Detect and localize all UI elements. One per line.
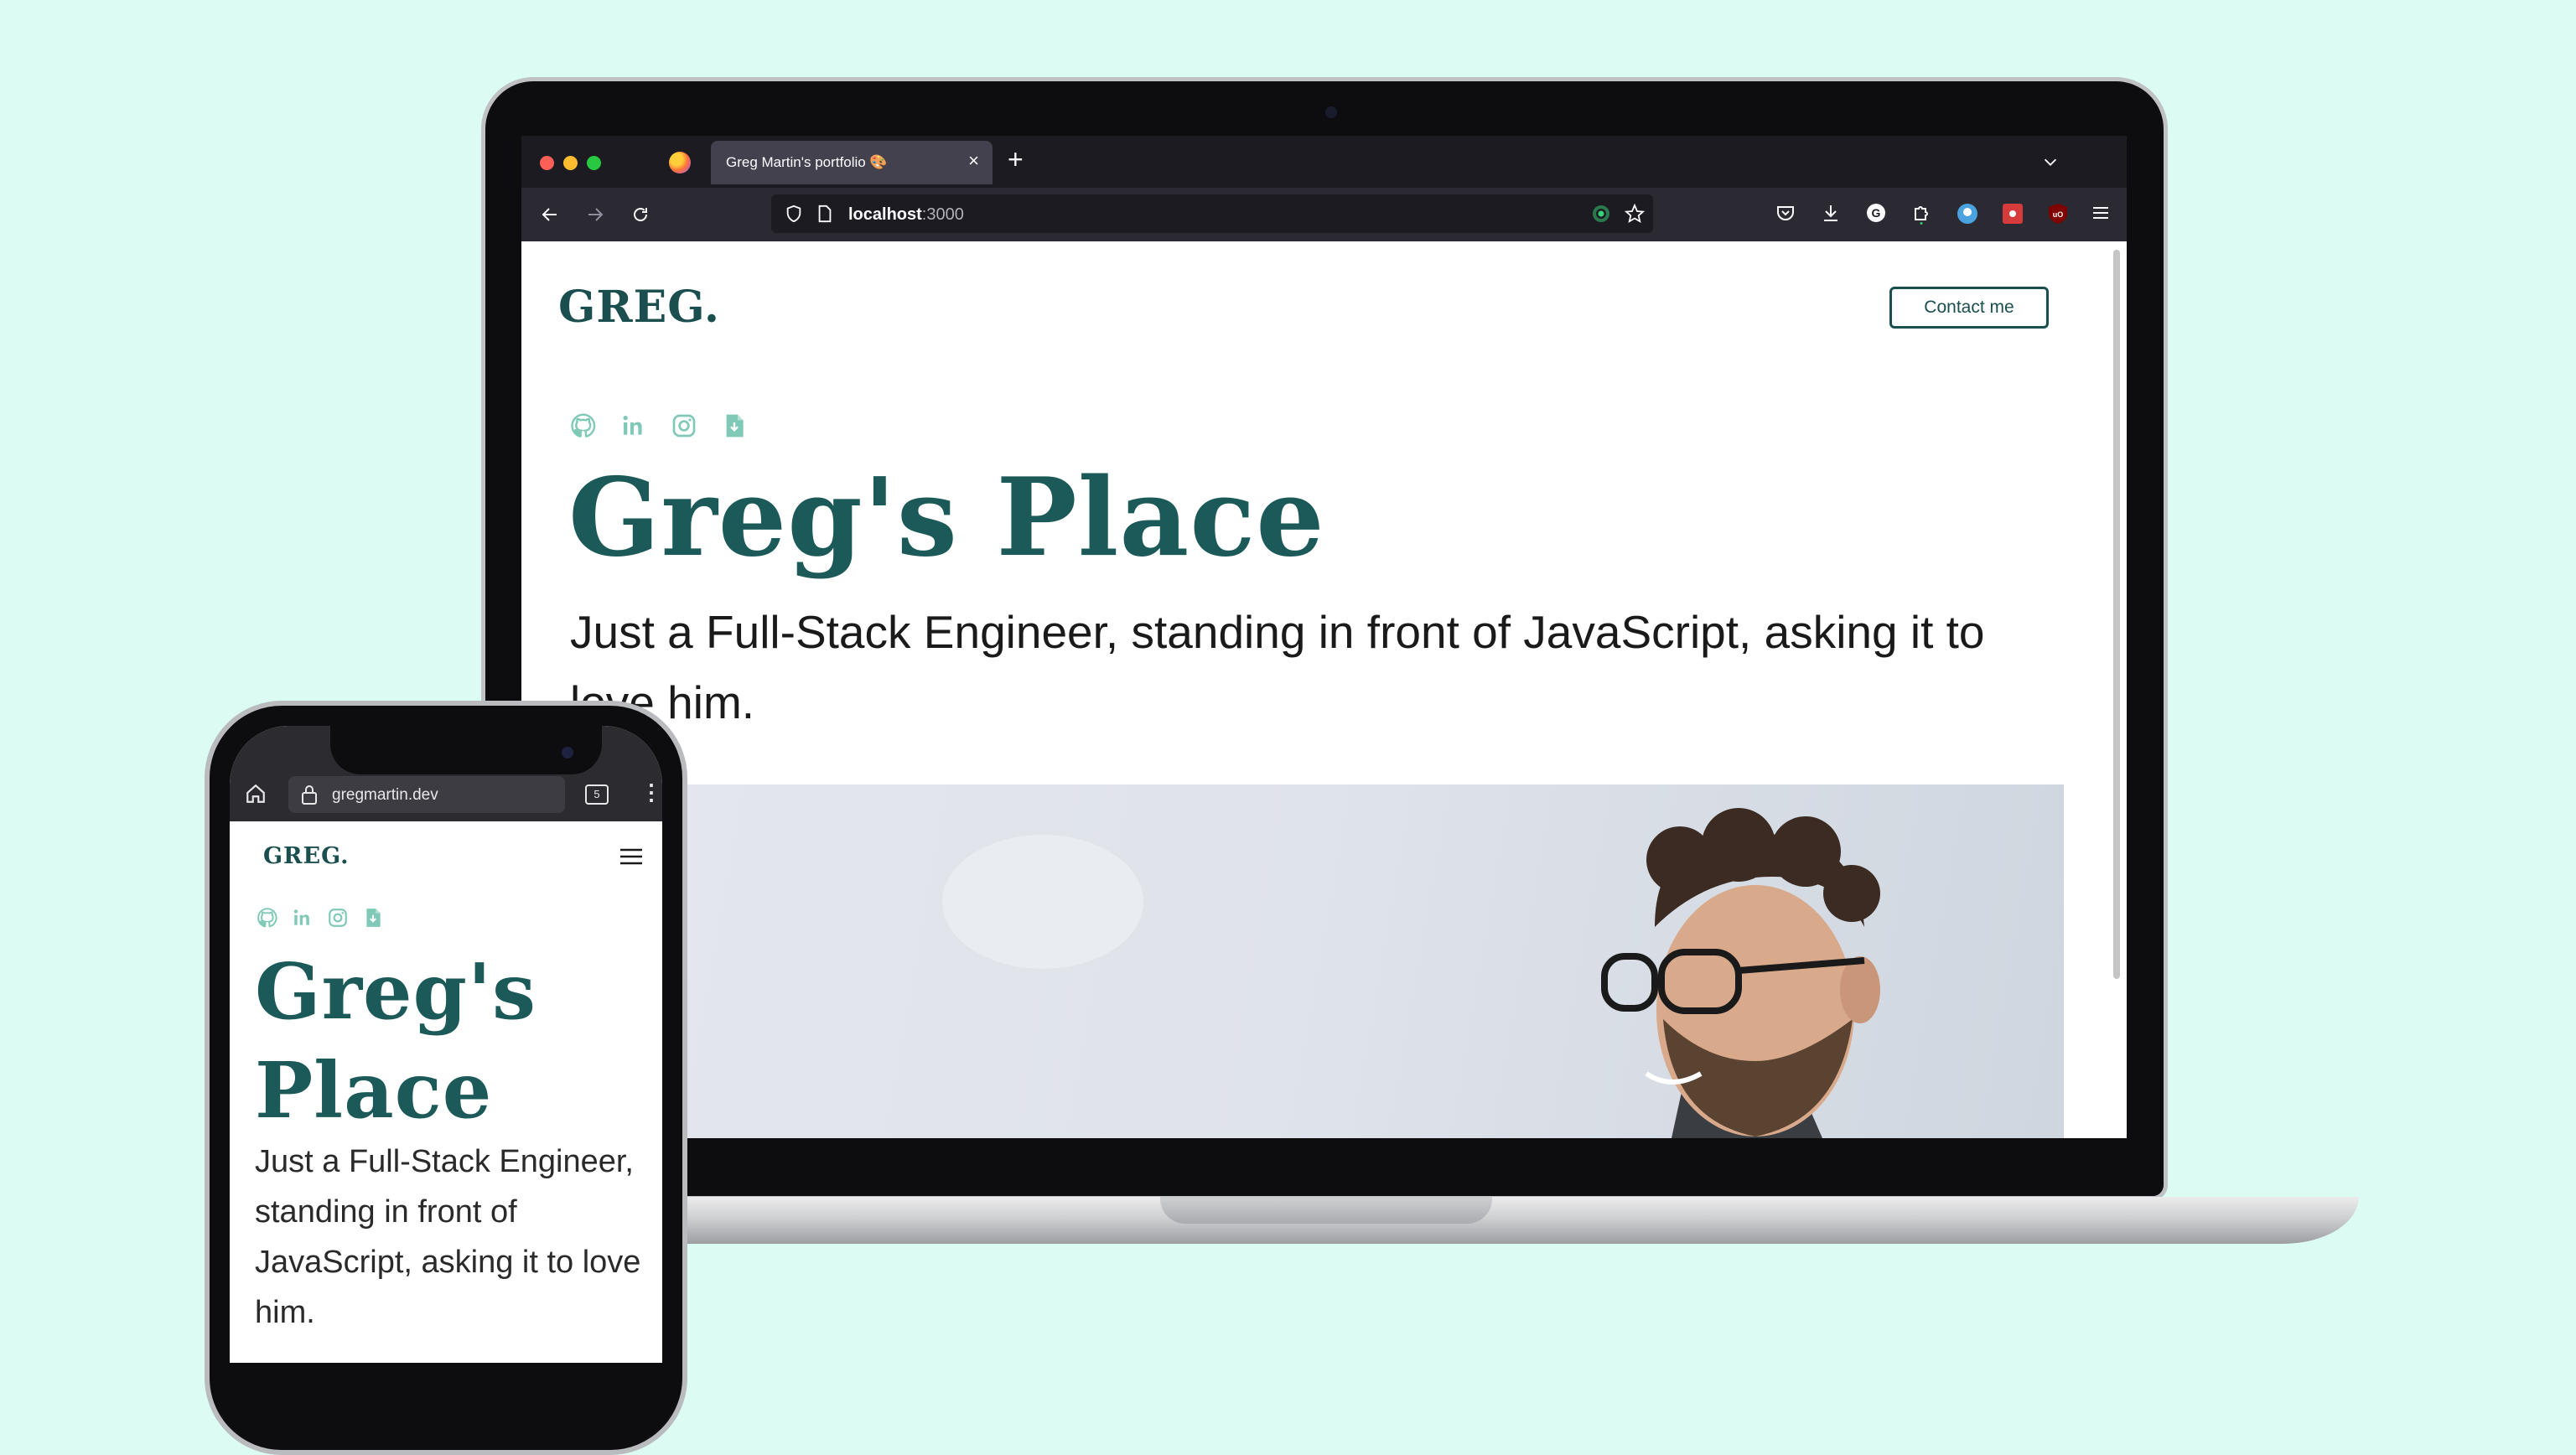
mobile-social-links [257,907,384,929]
tab-portfolio[interactable]: Greg Martin's portfolio 🎨 × [711,141,993,184]
tab-title: Greg Martin's portfolio 🎨 [726,154,888,170]
svg-text:uO: uO [2053,210,2064,219]
contact-button[interactable]: Contact me [1889,287,2049,329]
hero-photo [682,784,2064,1138]
list-all-tabs-icon[interactable] [2041,153,2060,171]
hamburger-menu-icon[interactable] [619,847,644,867]
more-options-icon[interactable]: ⋮ [640,779,662,805]
mobile-url-field[interactable]: gregmartin.dev [288,776,565,813]
site-logo[interactable]: GREG. [558,282,720,333]
pocket-icon[interactable] [1775,203,1796,223]
new-tab-button[interactable]: + [1008,144,1024,175]
grammarly-icon[interactable]: G [1866,203,1886,223]
social-links [570,412,748,439]
url-bar[interactable]: localhost:3000 [771,194,1653,233]
phone-screen: gregmartin.dev 5 ⋮ GREG. Greg's Place Jus… [230,726,662,1363]
github-icon[interactable] [257,907,278,929]
close-window-button[interactable] [540,156,554,170]
scene: { "colors": { "background": "#dcfcf3", "… [0,0,2576,1455]
tab-strip: Greg Martin's portfolio 🎨 × + [521,136,2127,188]
mobile-hero-title: Greg's Place [255,942,536,1140]
firefox-icon[interactable] [669,152,691,173]
hero-title: Greg's Place [568,455,1325,581]
mobile-hero-subtitle: Just a Full-Stack Engineer, standing in … [255,1144,641,1330]
menu-icon[interactable] [2091,203,2111,223]
github-icon[interactable] [570,412,597,439]
resume-icon[interactable] [362,907,384,929]
back-icon[interactable] [540,205,560,225]
portrait-illustration [942,808,1880,1138]
url-port: :3000 [921,205,964,224]
download-icon[interactable] [1821,203,1841,223]
laptop-screen: Greg Martin's portfolio 🎨 × + localhost:… [521,136,2127,1138]
phone-camera [562,747,573,759]
account-icon[interactable] [1957,203,1978,225]
resume-icon[interactable] [721,412,748,439]
instagram-icon[interactable] [327,907,349,929]
ublock-icon[interactable]: uO [2047,203,2069,225]
mobile-hero-title-line2: Place [255,1045,493,1136]
instagram-icon[interactable] [671,412,697,439]
linkedin-icon[interactable] [620,412,647,439]
react-devtools-icon[interactable] [2002,203,2024,225]
page-icon [816,205,833,223]
url-text[interactable]: localhost:3000 [848,205,964,225]
shield-icon[interactable] [785,205,803,223]
laptop-notch [1160,1197,1492,1224]
webcam [1325,106,1337,118]
nav-bar: localhost:3000 G uO [521,188,2127,241]
website-page: GREG. Contact me Greg's Place Just a Ful… [521,241,2127,1138]
reload-icon[interactable] [630,205,650,225]
hero-subtitle: Just a Full-Stack Engineer, standing in … [570,606,1985,728]
minimize-window-button[interactable] [563,156,578,170]
home-icon[interactable] [245,783,267,805]
zoom-window-button[interactable] [587,156,601,170]
lock-icon [300,784,319,805]
extension-dot-icon[interactable] [1591,204,1611,224]
mobile-hero-title-line1: Greg's [255,946,536,1037]
url-host: localhost [848,205,922,224]
forward-icon[interactable] [585,205,605,225]
mobile-site-logo[interactable]: GREG. [263,843,350,869]
scrollbar[interactable] [2113,250,2120,979]
phone-notch [330,726,602,774]
svg-text:G: G [1872,206,1881,220]
tab-close-icon[interactable]: × [968,150,979,172]
tab-switcher-button[interactable]: 5 [585,784,609,805]
extensions-icon[interactable] [1911,203,1931,225]
mobile-url-text: gregmartin.dev [332,786,438,804]
bookmark-star-icon[interactable] [1625,204,1645,224]
linkedin-icon[interactable] [292,907,314,929]
